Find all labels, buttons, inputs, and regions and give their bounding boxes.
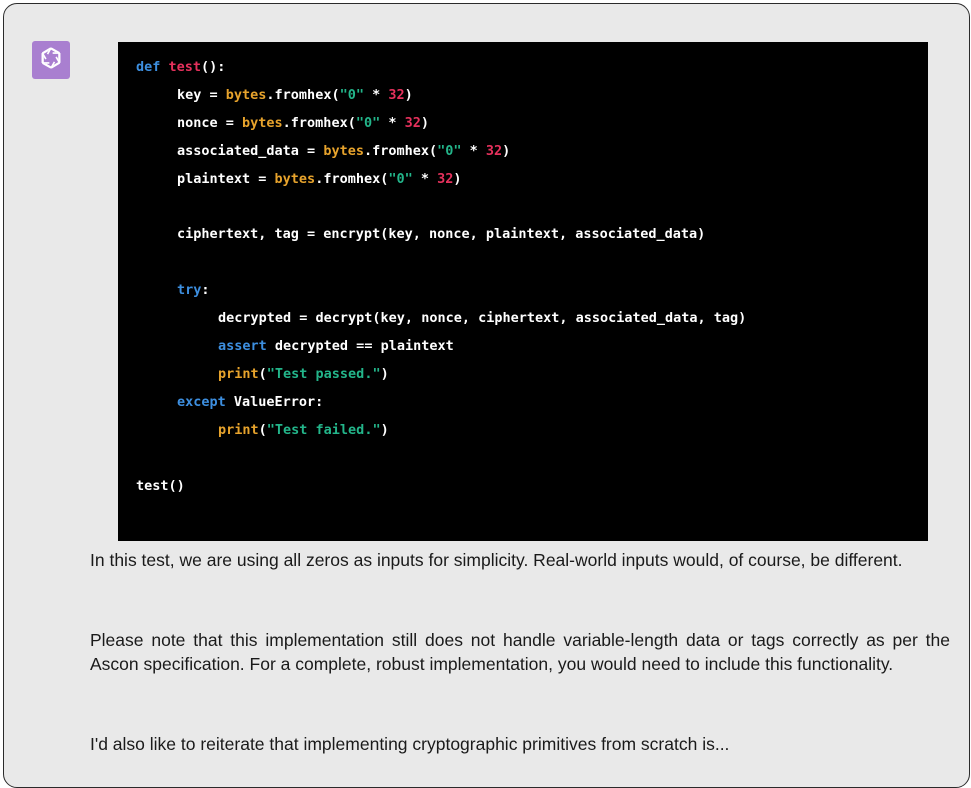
code-token: * xyxy=(461,142,486,159)
code-token: ciphertext, tag = encrypt(key, nonce, pl… xyxy=(177,226,706,243)
code-token: try xyxy=(177,282,202,299)
code-token: 32 xyxy=(388,86,405,103)
code-token: bytes xyxy=(323,142,364,159)
code-token: ( xyxy=(258,365,267,382)
message-paragraph-2: Please note that this implementation sti… xyxy=(90,630,950,674)
code-token: ) xyxy=(404,86,413,103)
code-token: .fromhex( xyxy=(282,114,356,131)
code-token: * xyxy=(412,170,438,187)
code-token: key = xyxy=(177,86,226,103)
code-line: associated_data = bytes.fromhex("0" * 32… xyxy=(177,141,510,161)
code-line: plaintext = bytes.fromhex("0" * 32) xyxy=(177,169,462,189)
code-token: ) xyxy=(502,142,511,159)
code-token: "0" xyxy=(339,86,364,103)
code-token: ) xyxy=(420,114,430,131)
code-token: (): xyxy=(201,59,226,75)
code-line: assert decrypted == plaintext xyxy=(218,336,454,356)
code-token: ) xyxy=(453,170,462,187)
code-token: 32 xyxy=(404,114,421,131)
code-token: bytes xyxy=(242,114,283,131)
code-token: : xyxy=(201,282,210,299)
code-line: try: xyxy=(177,280,210,300)
code-token: associated_data = xyxy=(177,142,324,159)
code-token: bytes xyxy=(225,86,267,103)
code-block[interactable]: def test(): key = bytes.fromhex("0" * 32)… xyxy=(118,42,928,541)
code-token: "0" xyxy=(437,142,462,159)
code-token: except xyxy=(177,393,226,410)
code-token: * xyxy=(363,86,389,103)
code-token: nonce = xyxy=(177,114,243,131)
code-line: test() xyxy=(136,476,185,496)
code-token: ) xyxy=(380,365,389,382)
code-line: ciphertext, tag = encrypt(key, nonce, pl… xyxy=(177,224,705,244)
code-token: print xyxy=(218,421,259,438)
code-token: ) xyxy=(380,421,389,438)
openai-logo-icon xyxy=(38,45,64,76)
code-line: key = bytes.fromhex("0" * 32) xyxy=(177,85,413,105)
code-token: def xyxy=(136,59,169,75)
code-token: "0" xyxy=(355,114,381,131)
message-paragraph-3: I'd also like to reiterate that implemen… xyxy=(90,734,730,754)
code-token: 32 xyxy=(485,142,503,159)
assistant-avatar xyxy=(32,41,70,79)
code-token: .fromhex( xyxy=(315,170,389,187)
code-token: .fromhex( xyxy=(363,142,438,159)
code-token: test() xyxy=(136,477,185,494)
code-token: .fromhex( xyxy=(266,86,340,103)
code-line: def test(): xyxy=(136,57,225,77)
code-token: assert xyxy=(218,338,267,354)
code-token: "Test failed." xyxy=(266,421,381,438)
code-token: "Test passed." xyxy=(266,365,381,382)
chat-message-panel: def test(): key = bytes.fromhex("0" * 32)… xyxy=(3,3,970,788)
code-token: ValueError: xyxy=(225,393,324,410)
message-paragraph-1: In this test, we are using all zeros as … xyxy=(90,550,903,570)
code-token: decrypted = decrypt(key, nonce, cipherte… xyxy=(218,310,747,327)
code-line: except ValueError: xyxy=(177,392,323,412)
code-line: nonce = bytes.fromhex("0" * 32) xyxy=(177,113,429,133)
code-line: print("Test passed.") xyxy=(218,364,389,384)
code-token: * xyxy=(380,114,405,131)
code-token: print xyxy=(218,365,259,382)
code-token: ( xyxy=(258,421,267,438)
code-token: 32 xyxy=(437,170,454,187)
code-line: decrypted = decrypt(key, nonce, cipherte… xyxy=(218,308,746,328)
code-token: bytes xyxy=(274,170,316,187)
code-token: plaintext = xyxy=(177,170,275,187)
code-token: decrypted == plaintext xyxy=(266,338,454,354)
code-token: test xyxy=(168,59,202,75)
code-token: "0" xyxy=(388,170,413,187)
code-line: print("Test failed.") xyxy=(218,420,389,440)
